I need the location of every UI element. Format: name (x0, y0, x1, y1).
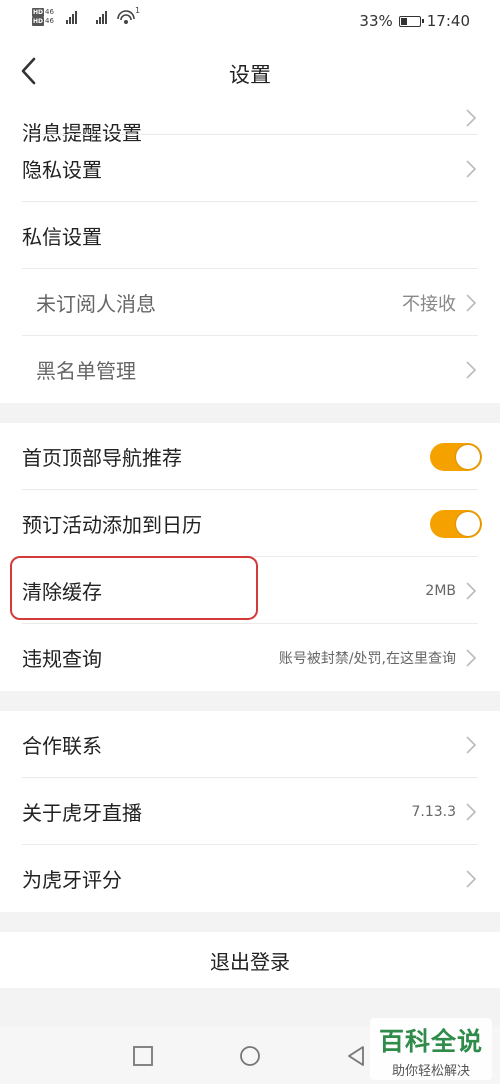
private-message-label: 私信设置 (22, 225, 102, 249)
watermark-title: 百科全说 (378, 1027, 483, 1056)
unsubscribed-message-label: 未订阅人消息 (36, 292, 156, 316)
chevron-right-icon (466, 648, 476, 667)
violation-hint: 账号被封禁/处罚,在这里查询 (278, 650, 456, 667)
calendar-label: 预订活动添加到日历 (22, 513, 202, 537)
recents-square-icon[interactable] (132, 1045, 154, 1067)
cooperation-row[interactable]: 合作联系 (0, 711, 500, 778)
settings-group-2: 首页顶部导航推荐 预订活动添加到日历 清除缓存 2MB 违规查询 账号被封禁/处… (0, 423, 500, 691)
calendar-row: 预订活动添加到日历 (0, 490, 500, 557)
calendar-toggle[interactable] (430, 509, 482, 538)
watermark-subtitle: 助你轻松解决 (391, 1064, 470, 1079)
hotspot-icon: 1 (116, 6, 140, 30)
chevron-right-icon (466, 109, 476, 127)
sim-indicators: HD 46 HD 46 (32, 8, 54, 26)
chevron-right-icon (466, 869, 476, 888)
violation-row[interactable]: 违规查询 账号被封禁/处罚,在这里查询 (0, 624, 500, 691)
app-version-value: 7.13.3 (411, 803, 456, 820)
message-notify-row[interactable]: 消息提醒设置 (0, 100, 500, 143)
settings-list: 消息提醒设置 隐私设置 私信设置 未订阅人消息 不接收 黑名单管理 首页顶部导航… (0, 100, 500, 1026)
rate-row[interactable]: 为虎牙评分 (0, 845, 500, 912)
status-right: 33% 17:40 (359, 12, 470, 30)
about-row[interactable]: 关于虎牙直播 7.13.3 (0, 778, 500, 845)
hotspot-count: 1 (135, 6, 141, 15)
chevron-right-icon (466, 293, 476, 312)
signal-icon (96, 10, 107, 24)
home-circle-icon[interactable] (239, 1045, 261, 1067)
page-title: 设置 (229, 63, 271, 87)
sim1-hd-badge: HD (32, 8, 45, 17)
rate-label: 为虎牙评分 (22, 868, 122, 892)
settings-group-1: 消息提醒设置 隐私设置 私信设置 未订阅人消息 不接收 黑名单管理 (0, 100, 500, 403)
clock: 17:40 (426, 12, 470, 30)
cache-size-value: 2MB (425, 582, 456, 599)
battery-icon (398, 15, 424, 27)
chevron-right-icon (466, 802, 476, 821)
battery-percent: 33% (359, 12, 393, 30)
violation-label: 违规查询 (22, 647, 102, 671)
unsubscribed-message-value: 不接收 (402, 293, 456, 315)
status-bar: HD 46 HD 46 1 33% 17:40 (0, 0, 500, 42)
settings-group-3: 合作联系 关于虎牙直播 7.13.3 为虎牙评分 (0, 711, 500, 912)
logout-button[interactable]: 退出登录 (0, 932, 500, 988)
watermark-logo: 百科全说 助你轻松解决 (370, 1018, 492, 1080)
sim2-network: 46 (45, 17, 54, 25)
privacy-row[interactable]: 隐私设置 (0, 135, 500, 202)
sim1-network: 46 (45, 8, 54, 16)
chevron-right-icon (466, 581, 476, 600)
homepage-nav-toggle[interactable] (430, 442, 482, 471)
chevron-right-icon (466, 360, 476, 379)
homepage-nav-label: 首页顶部导航推荐 (22, 446, 182, 470)
homepage-nav-row: 首页顶部导航推荐 (0, 423, 500, 490)
chevron-right-icon (466, 159, 476, 178)
about-label: 关于虎牙直播 (22, 801, 142, 825)
signal-icon (66, 10, 77, 24)
sim2-hd-badge: HD (32, 17, 45, 26)
privacy-label: 隐私设置 (22, 158, 102, 182)
blacklist-label: 黑名单管理 (36, 359, 136, 383)
private-message-row: 私信设置 (0, 202, 500, 269)
chevron-right-icon (466, 735, 476, 754)
back-triangle-icon[interactable] (345, 1045, 367, 1067)
title-bar: 设置 (0, 42, 500, 100)
unsubscribed-message-row[interactable]: 未订阅人消息 不接收 (0, 269, 500, 336)
blacklist-row[interactable]: 黑名单管理 (0, 336, 500, 403)
clear-cache-row[interactable]: 清除缓存 2MB (0, 557, 500, 624)
cooperation-label: 合作联系 (22, 734, 102, 758)
clear-cache-label: 清除缓存 (22, 580, 102, 604)
